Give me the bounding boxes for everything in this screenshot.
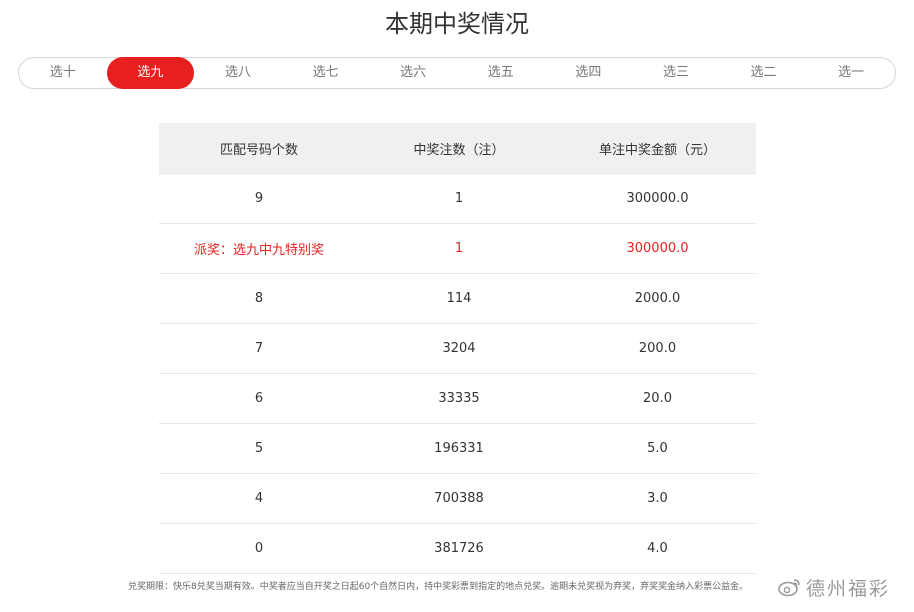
- tab-xuan-9[interactable]: 选九: [106, 57, 195, 89]
- cell-amount: 5.0: [559, 423, 756, 474]
- table-row: 7 3204 200.0: [159, 323, 756, 374]
- table-row-special-prize: 派奖：选九中九特别奖 1 300000.0: [159, 223, 756, 274]
- tab-xuan-5[interactable]: 选五: [457, 57, 545, 89]
- table-row: 4 700388 3.0: [159, 473, 756, 524]
- cell-count: 114: [359, 273, 559, 324]
- cell-match: 4: [159, 473, 359, 524]
- cell-amount: 4.0: [559, 523, 756, 574]
- table-row: 5 196331 5.0: [159, 423, 756, 474]
- cell-amount: 300000.0: [559, 223, 756, 274]
- tab-xuan-4[interactable]: 选四: [545, 57, 633, 89]
- cell-amount: 200.0: [559, 323, 756, 374]
- weibo-icon: [778, 577, 802, 597]
- cell-match: 6: [159, 373, 359, 424]
- cell-count: 1: [359, 173, 559, 224]
- cell-count: 33335: [359, 373, 559, 424]
- cell-amount: 2000.0: [559, 273, 756, 324]
- redemption-footnote: 兑奖期限：快乐8兑奖当期有效。中奖者应当自开奖之日起60个自然日内，持中奖彩票到…: [128, 582, 749, 592]
- cell-amount: 300000.0: [559, 173, 756, 224]
- table-header-row: 匹配号码个数 中奖注数（注） 单注中奖金额（元）: [159, 123, 756, 174]
- cell-count: 381726: [359, 523, 559, 574]
- cell-amount: 20.0: [559, 373, 756, 424]
- tab-xuan-1[interactable]: 选一: [807, 57, 895, 89]
- tab-xuan-10[interactable]: 选十: [19, 57, 107, 89]
- tab-xuan-2[interactable]: 选二: [720, 57, 808, 89]
- header-prize-amount: 单注中奖金额（元）: [559, 123, 756, 174]
- cell-match: 9: [159, 173, 359, 224]
- cell-match: 8: [159, 273, 359, 324]
- table-row: 0 381726 4.0: [159, 523, 756, 574]
- selection-tabs: 选十 选九 选八 选七 选六 选五 选四 选三 选二 选一: [18, 57, 896, 89]
- table-row: 9 1 300000.0: [159, 173, 756, 224]
- cell-match: 0: [159, 523, 359, 574]
- tab-xuan-6[interactable]: 选六: [369, 57, 457, 89]
- cell-count: 1: [359, 223, 559, 274]
- table-row: 8 114 2000.0: [159, 273, 756, 324]
- tab-xuan-8[interactable]: 选八: [194, 57, 282, 89]
- cell-match: 5: [159, 423, 359, 474]
- cell-amount: 3.0: [559, 473, 756, 524]
- page-title: 本期中奖情况: [385, 10, 529, 38]
- watermark-text: 德州福彩: [806, 577, 891, 600]
- watermark: 德州福彩: [778, 572, 891, 602]
- cell-match: 派奖：选九中九特别奖: [159, 223, 359, 274]
- table-row: 6 33335 20.0: [159, 373, 756, 424]
- cell-match: 7: [159, 323, 359, 374]
- prize-table: 匹配号码个数 中奖注数（注） 单注中奖金额（元） 9 1 300000.0 派奖…: [159, 123, 756, 574]
- cell-count: 196331: [359, 423, 559, 474]
- header-winning-count: 中奖注数（注）: [359, 123, 559, 174]
- tab-xuan-3[interactable]: 选三: [632, 57, 720, 89]
- tab-xuan-7[interactable]: 选七: [282, 57, 370, 89]
- cell-count: 700388: [359, 473, 559, 524]
- cell-count: 3204: [359, 323, 559, 374]
- header-match-count: 匹配号码个数: [159, 123, 359, 174]
